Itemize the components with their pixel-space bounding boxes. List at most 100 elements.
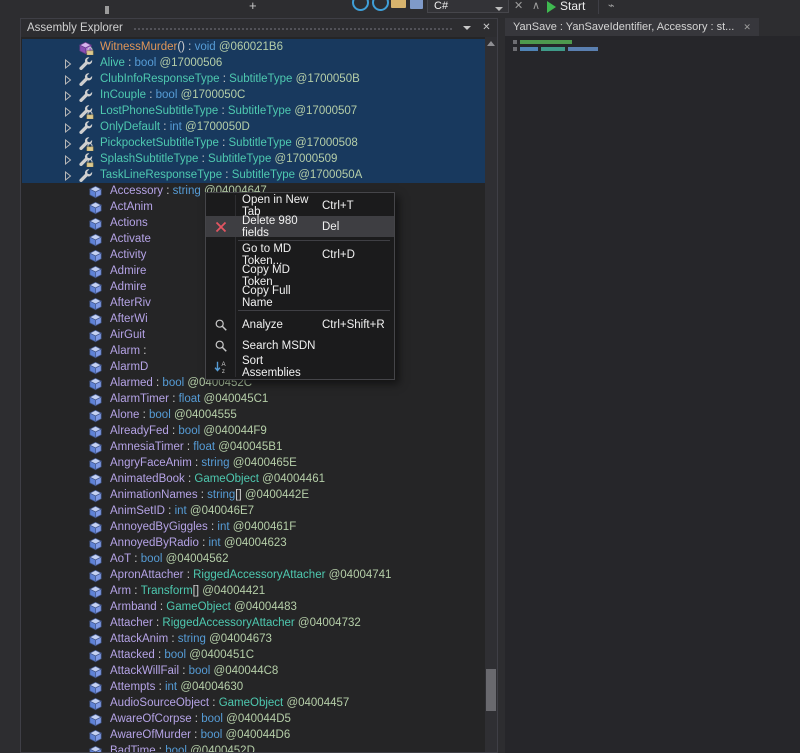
tree-item-WitnessMurder[interactable]: WitnessMurder() : void @060021B6 <box>22 39 485 55</box>
delete-x-icon <box>215 221 227 233</box>
field-icon <box>88 424 103 439</box>
tree-item-label: Attacher : RiggedAccessoryAttacher @0400… <box>110 615 361 631</box>
tree-item-AlreadyFed[interactable]: AlreadyFed : bool @040044F9 <box>22 423 485 439</box>
scrollbar-thumb[interactable] <box>486 669 496 711</box>
context-menu: Open in New TabCtrl+TDelete 980 fieldsDe… <box>205 192 395 380</box>
wrench-toolbar-icon[interactable]: ⌁ <box>608 0 615 12</box>
field-icon <box>88 472 103 487</box>
tab-close-icon[interactable]: ✕ <box>743 22 751 33</box>
tree-item-Alive[interactable]: Alive : bool @17000506 <box>22 55 485 71</box>
close-x-icon[interactable]: ✕ <box>514 0 523 12</box>
expander-icon[interactable] <box>64 75 72 85</box>
tree-item-TaskLineResponseType[interactable]: TaskLineResponseType : SubtitleType @170… <box>22 167 485 183</box>
field-icon <box>88 408 103 423</box>
field-icon <box>88 552 103 567</box>
save-icon[interactable] <box>410 0 423 9</box>
tree-item-PickpocketSubtitleType[interactable]: PickpocketSubtitleType : SubtitleType @1… <box>22 135 485 151</box>
expander-icon[interactable] <box>64 155 72 165</box>
expander-icon[interactable] <box>64 171 72 181</box>
tree-item-Attacher[interactable]: Attacher : RiggedAccessoryAttacher @0400… <box>22 615 485 631</box>
tree-item-AnnoyedByRadio[interactable]: AnnoyedByRadio : int @04004623 <box>22 535 485 551</box>
field-icon <box>88 536 103 551</box>
svg-text:z: z <box>222 368 225 374</box>
tree-item-AwareOfMurder[interactable]: AwareOfMurder : bool @040044D6 <box>22 727 485 743</box>
tree-item-Alone[interactable]: Alone : bool @04004555 <box>22 407 485 423</box>
tree-item-AoT[interactable]: AoT : bool @04004562 <box>22 551 485 567</box>
tree-item-ClubInfoResponseType[interactable]: ClubInfoResponseType : SubtitleType @170… <box>22 71 485 87</box>
tree-item-label: AfterWi <box>110 311 148 327</box>
menu-separator <box>238 240 390 241</box>
tree-item-AttackWillFail[interactable]: AttackWillFail : bool @040044C8 <box>22 663 485 679</box>
expander-icon[interactable] <box>64 107 72 117</box>
start-button-label[interactable]: Start <box>560 0 585 13</box>
scroll-up-arrow-icon[interactable] <box>487 41 495 46</box>
tree-item-label: LostPhoneSubtitleType : SubtitleType @17… <box>100 103 357 119</box>
tree-scrollbar[interactable] <box>485 37 497 752</box>
open-folder-icon[interactable] <box>391 0 406 8</box>
menu-item-label: Copy Full Name <box>236 285 322 309</box>
toolbar-icon-fragment[interactable] <box>105 6 109 14</box>
chevron-up-icon[interactable]: ∧ <box>532 0 540 12</box>
tree-item-AngryFaceAnim[interactable]: AngryFaceAnim : string @0400465E <box>22 455 485 471</box>
expander-icon[interactable] <box>64 123 72 133</box>
expander-icon[interactable] <box>64 91 72 101</box>
tab-yansave[interactable]: YanSave : YanSaveIdentifier, Accessory :… <box>505 18 759 36</box>
expander-icon[interactable] <box>64 59 72 69</box>
menu-item-delete-980-fields[interactable]: Delete 980 fieldsDel <box>206 216 394 237</box>
tree-item-AnimatedBook[interactable]: AnimatedBook : GameObject @04004461 <box>22 471 485 487</box>
window-position-menu-icon[interactable] <box>463 26 471 30</box>
tree-item-AnnoyedByGiggles[interactable]: AnnoyedByGiggles : int @0400461F <box>22 519 485 535</box>
field-icon <box>88 312 103 327</box>
tree-item-Arm[interactable]: Arm : Transform[] @04004421 <box>22 583 485 599</box>
tree-item-label: Actions <box>110 215 148 231</box>
menu-item-copy-full-name[interactable]: Copy Full Name <box>206 286 394 307</box>
menu-item-sort-assemblies[interactable]: AzSort Assemblies <box>206 356 394 377</box>
tree-item-BadTime[interactable]: BadTime : bool @0400452D <box>22 743 485 752</box>
tree-item-Attempts[interactable]: Attempts : int @04004630 <box>22 679 485 695</box>
tree-item-AttackAnim[interactable]: AttackAnim : string @04004673 <box>22 631 485 647</box>
expander-icon[interactable] <box>64 139 72 149</box>
dnspy-window: + C# ✕ ∧ Start ⌁ Assembly Explorer ✕ Wit… <box>0 0 800 753</box>
tree-item-LostPhoneSubtitleType[interactable]: LostPhoneSubtitleType : SubtitleType @17… <box>22 103 485 119</box>
tree-item-ApronAttacher[interactable]: ApronAttacher : RiggedAccessoryAttacher … <box>22 567 485 583</box>
close-panel-icon[interactable]: ✕ <box>479 21 494 35</box>
tree-item-label: AfterRiv <box>110 295 151 311</box>
language-select[interactable]: C# <box>427 0 509 13</box>
search-icon <box>214 339 228 353</box>
menu-item-go-to-md-token[interactable]: Go to MD Token...Ctrl+D <box>206 244 394 265</box>
menu-item-label: Analyze <box>236 319 322 331</box>
tree-item-AmnesiaTimer[interactable]: AmnesiaTimer : float @040045B1 <box>22 439 485 455</box>
field-icon <box>88 584 103 599</box>
start-play-icon[interactable] <box>547 1 556 13</box>
field-icon <box>88 744 103 752</box>
menu-item-copy-md-token[interactable]: Copy MD Token <box>206 265 394 286</box>
svg-text:A: A <box>221 361 226 368</box>
tree-item-AwareOfCorpse[interactable]: AwareOfCorpse : bool @040044D5 <box>22 711 485 727</box>
field-icon <box>88 696 103 711</box>
tree-item-OnlyDefault[interactable]: OnlyDefault : int @1700050D <box>22 119 485 135</box>
plus-icon[interactable]: + <box>249 0 257 13</box>
tree-item-Armband[interactable]: Armband : GameObject @04004483 <box>22 599 485 615</box>
tree-item-label: BadTime : bool @0400452D <box>110 743 255 752</box>
tree-item-AlarmTimer[interactable]: AlarmTimer : float @040045C1 <box>22 391 485 407</box>
property-wrench-icon <box>78 72 93 87</box>
tree-item-label: Alive : bool @17000506 <box>100 55 222 71</box>
tree-item-InCouple[interactable]: InCouple : bool @1700050C <box>22 87 485 103</box>
tree-item-AnimSetID[interactable]: AnimSetID : int @040046E7 <box>22 503 485 519</box>
tree-item-AnimationNames[interactable]: AnimationNames : string[] @0400442E <box>22 487 485 503</box>
tree-item-label: AlarmD <box>110 359 148 375</box>
code-preview-code-line <box>513 47 598 51</box>
field-icon <box>88 200 103 215</box>
tree-item-Attacked[interactable]: Attacked : bool @0400451C <box>22 647 485 663</box>
tree-item-SplashSubtitleType[interactable]: SplashSubtitleType : SubtitleType @17000… <box>22 151 485 167</box>
menu-item-analyze[interactable]: AnalyzeCtrl+Shift+R <box>206 314 394 335</box>
navigate-forward-icon[interactable] <box>372 0 389 11</box>
tree-item-label: TaskLineResponseType : SubtitleType @170… <box>100 167 362 183</box>
menu-item-search-msdn[interactable]: Search MSDN <box>206 335 394 356</box>
menu-item-label: Search MSDN <box>236 340 322 352</box>
menu-item-open-in-new-tab[interactable]: Open in New TabCtrl+T <box>206 195 394 216</box>
tree-item-label: Activity <box>110 247 146 263</box>
navigate-back-icon[interactable] <box>352 0 369 11</box>
code-editor[interactable] <box>505 36 800 753</box>
tree-item-AudioSourceObject[interactable]: AudioSourceObject : GameObject @04004457 <box>22 695 485 711</box>
